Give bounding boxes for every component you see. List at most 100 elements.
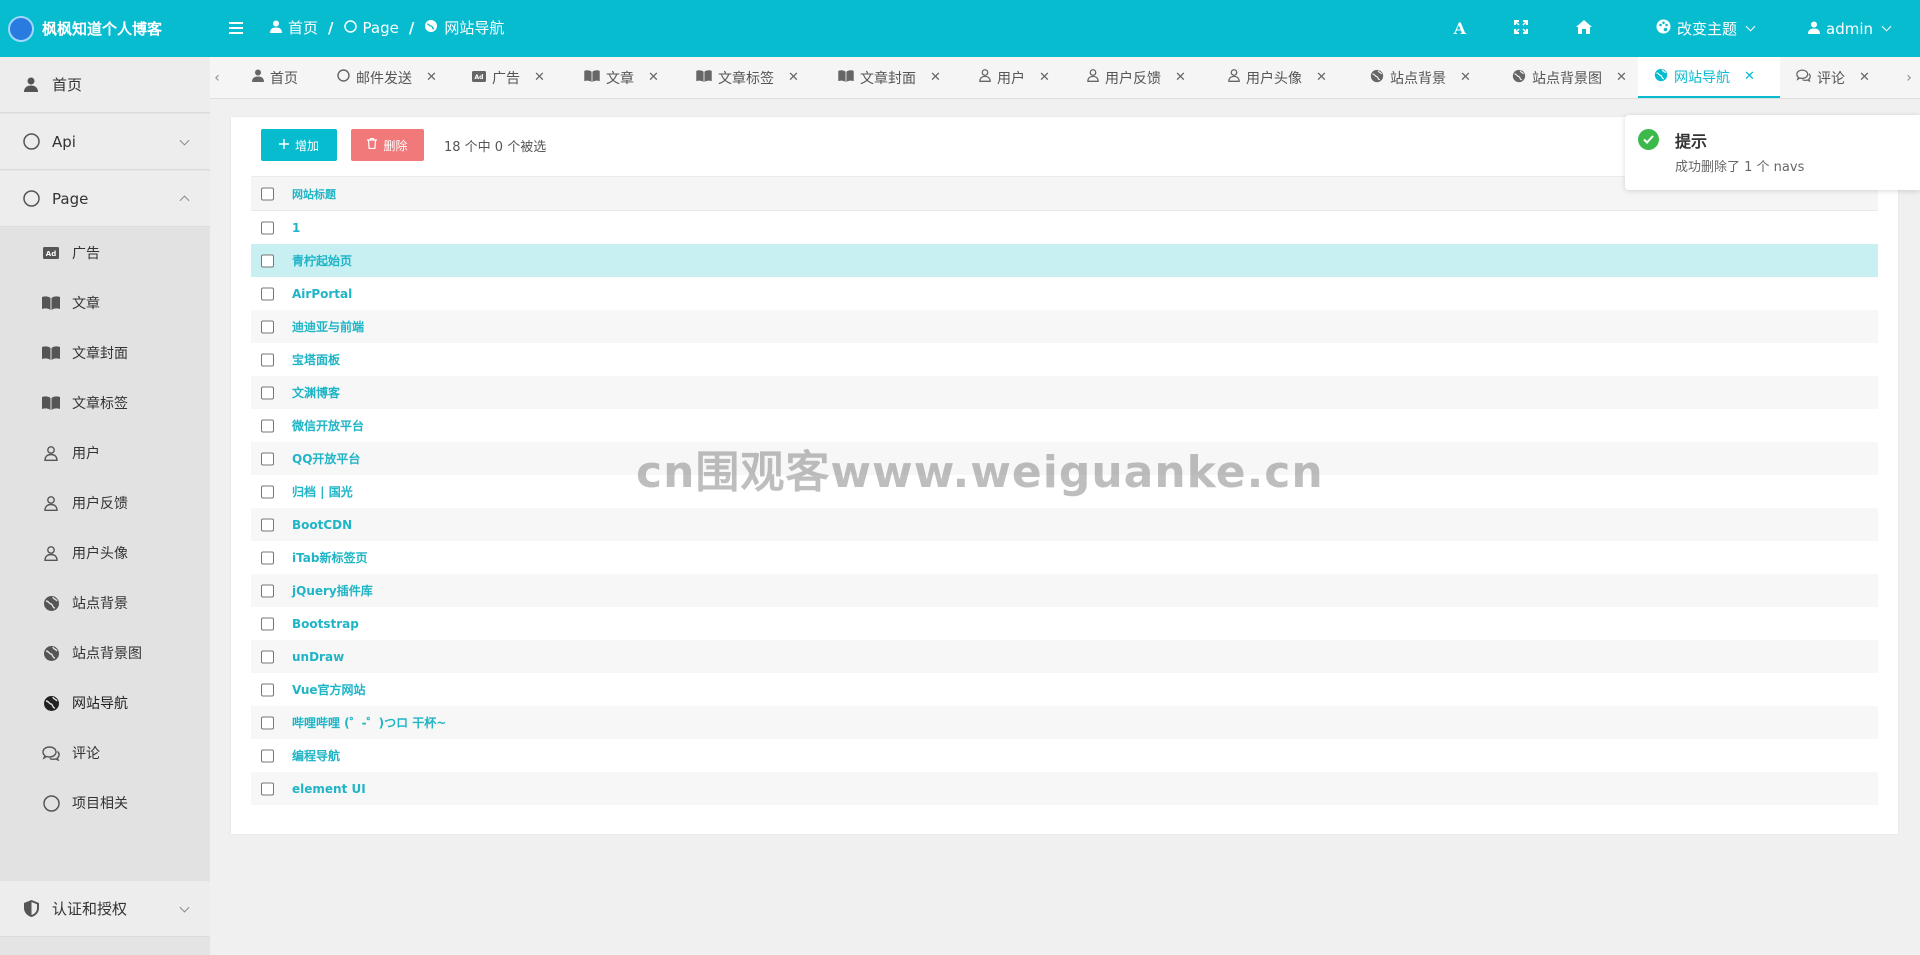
table-row[interactable]: unDraw: [251, 640, 1878, 673]
breadcrumb-home[interactable]: 首页: [288, 17, 318, 38]
table-row[interactable]: Bootstrap: [251, 607, 1878, 640]
table-row[interactable]: 编程导航: [251, 739, 1878, 772]
table-row[interactable]: 宝塔面板: [251, 343, 1878, 376]
sidebar-item-site-background-image[interactable]: 站点背景图: [0, 628, 210, 678]
table-row[interactable]: 迪迪亚与前端: [251, 310, 1878, 343]
row-checkbox[interactable]: [261, 782, 274, 795]
close-icon[interactable]: ✕: [534, 70, 545, 85]
row-link[interactable]: 迪迪亚与前端: [292, 318, 364, 335]
sidebar-item-comment[interactable]: 评论: [0, 728, 210, 778]
row-link[interactable]: 文渊博客: [292, 384, 340, 401]
sidebar-item-user-feedback[interactable]: 用户反馈: [0, 478, 210, 528]
row-checkbox[interactable]: [261, 254, 274, 267]
tab-user-feedback[interactable]: 用户反馈 ✕: [1081, 57, 1222, 98]
close-icon[interactable]: ✕: [1316, 70, 1327, 85]
add-button[interactable]: 增加: [261, 129, 337, 161]
row-checkbox[interactable]: [261, 287, 274, 300]
row-link[interactable]: 微信开放平台: [292, 417, 364, 434]
sidebar-item-user[interactable]: 用户: [0, 428, 210, 478]
row-checkbox[interactable]: [261, 551, 274, 564]
row-link[interactable]: Vue官方网站: [292, 681, 366, 698]
row-checkbox[interactable]: [261, 320, 274, 333]
row-link[interactable]: element UI: [292, 782, 366, 796]
sidebar-item-article-cover[interactable]: 文章封面: [0, 328, 210, 378]
fullscreen-button[interactable]: [1490, 19, 1552, 38]
row-checkbox[interactable]: [261, 221, 274, 234]
tabs-scroll-left-icon[interactable]: ‹: [210, 57, 224, 98]
row-checkbox[interactable]: [261, 419, 274, 432]
sidebar-item-project[interactable]: 项目相关: [0, 778, 210, 828]
close-icon[interactable]: ✕: [426, 70, 437, 85]
table-row[interactable]: iTab新标签页: [251, 541, 1878, 574]
close-icon[interactable]: ✕: [1616, 70, 1627, 85]
row-link[interactable]: 青柠起始页: [292, 252, 352, 269]
tab-user[interactable]: 用户 ✕: [973, 57, 1081, 98]
table-row[interactable]: 哔哩哔哩 (゜-゜)つロ 干杯~: [251, 706, 1878, 739]
row-checkbox[interactable]: [261, 683, 274, 696]
select-all-checkbox[interactable]: [261, 187, 274, 200]
table-row[interactable]: BootCDN: [251, 508, 1878, 541]
close-icon[interactable]: ✕: [788, 70, 799, 85]
close-icon[interactable]: ✕: [1039, 70, 1050, 85]
sidebar-item-site-background[interactable]: 站点背景: [0, 578, 210, 628]
tab-home[interactable]: 首页: [246, 57, 331, 98]
tab-user-avatar[interactable]: 用户头像 ✕: [1222, 57, 1364, 98]
sidebar-item-article-tag[interactable]: 文章标签: [0, 378, 210, 428]
row-checkbox[interactable]: [261, 452, 274, 465]
row-link[interactable]: 编程导航: [292, 747, 340, 764]
table-row[interactable]: 1: [251, 211, 1878, 244]
app-logo[interactable]: 枫枫知道个人博客: [0, 0, 210, 57]
row-checkbox[interactable]: [261, 353, 274, 366]
row-link[interactable]: iTab新标签页: [292, 549, 367, 566]
sidebar-item-article[interactable]: 文章: [0, 278, 210, 328]
sidebar-item-site-nav[interactable]: 网站导航: [0, 678, 210, 728]
tab-site-nav[interactable]: 网站导航 ✕: [1638, 57, 1780, 98]
row-link[interactable]: QQ开放平台: [292, 450, 360, 467]
table-row[interactable]: AirPortal: [251, 277, 1878, 310]
tabs-scroll-right-icon[interactable]: ›: [1902, 57, 1916, 98]
row-checkbox[interactable]: [261, 749, 274, 762]
table-row[interactable]: 文渊博客: [251, 376, 1878, 409]
user-menu[interactable]: admin: [1778, 20, 1920, 38]
sidebar-item-home[interactable]: 首页: [0, 57, 210, 113]
row-checkbox[interactable]: [261, 650, 274, 663]
sidebar-item-page[interactable]: Page: [0, 171, 210, 227]
tab-article-tag[interactable]: 文章标签 ✕: [690, 57, 832, 98]
sidebar-item-auth[interactable]: 认证和授权: [0, 881, 210, 937]
sidebar-item-ad[interactable]: Ad 广告: [0, 228, 210, 278]
tab-article-cover[interactable]: 文章封面 ✕: [832, 57, 973, 98]
delete-button[interactable]: 删除: [351, 129, 424, 161]
row-checkbox[interactable]: [261, 485, 274, 498]
row-link[interactable]: 归档 | 国光: [292, 483, 353, 500]
row-link[interactable]: AirPortal: [292, 287, 352, 301]
row-link[interactable]: Bootstrap: [292, 617, 359, 631]
close-icon[interactable]: ✕: [1175, 70, 1186, 85]
home-button[interactable]: [1552, 19, 1616, 38]
close-icon[interactable]: ✕: [648, 70, 659, 85]
row-checkbox[interactable]: [261, 617, 274, 630]
row-checkbox[interactable]: [261, 518, 274, 531]
row-link[interactable]: unDraw: [292, 650, 344, 664]
table-row[interactable]: jQuery插件库: [251, 574, 1878, 607]
row-checkbox[interactable]: [261, 386, 274, 399]
sidebar-item-api[interactable]: Api: [0, 114, 210, 170]
font-size-button[interactable]: A: [1430, 19, 1490, 38]
row-link[interactable]: BootCDN: [292, 518, 352, 532]
table-row[interactable]: element UI: [251, 772, 1878, 805]
row-link[interactable]: 1: [292, 221, 300, 235]
theme-dropdown[interactable]: 改变主题: [1616, 18, 1778, 39]
row-link[interactable]: jQuery插件库: [292, 582, 373, 599]
table-row[interactable]: Vue官方网站: [251, 673, 1878, 706]
row-checkbox[interactable]: [261, 716, 274, 729]
tab-comment[interactable]: 评论 ✕: [1790, 57, 1900, 98]
close-icon[interactable]: ✕: [1460, 70, 1471, 85]
close-icon[interactable]: ✕: [930, 70, 941, 85]
tab-email[interactable]: 邮件发送 ✕: [331, 57, 466, 98]
breadcrumb-page[interactable]: Page: [363, 19, 399, 37]
close-icon[interactable]: ✕: [1744, 69, 1755, 84]
tab-ad[interactable]: Ad 广告 ✕: [466, 57, 578, 98]
tab-article[interactable]: 文章 ✕: [578, 57, 690, 98]
row-checkbox[interactable]: [261, 584, 274, 597]
menu-toggle-icon[interactable]: [229, 16, 245, 40]
row-link[interactable]: 哔哩哔哩 (゜-゜)つロ 干杯~: [292, 714, 446, 731]
